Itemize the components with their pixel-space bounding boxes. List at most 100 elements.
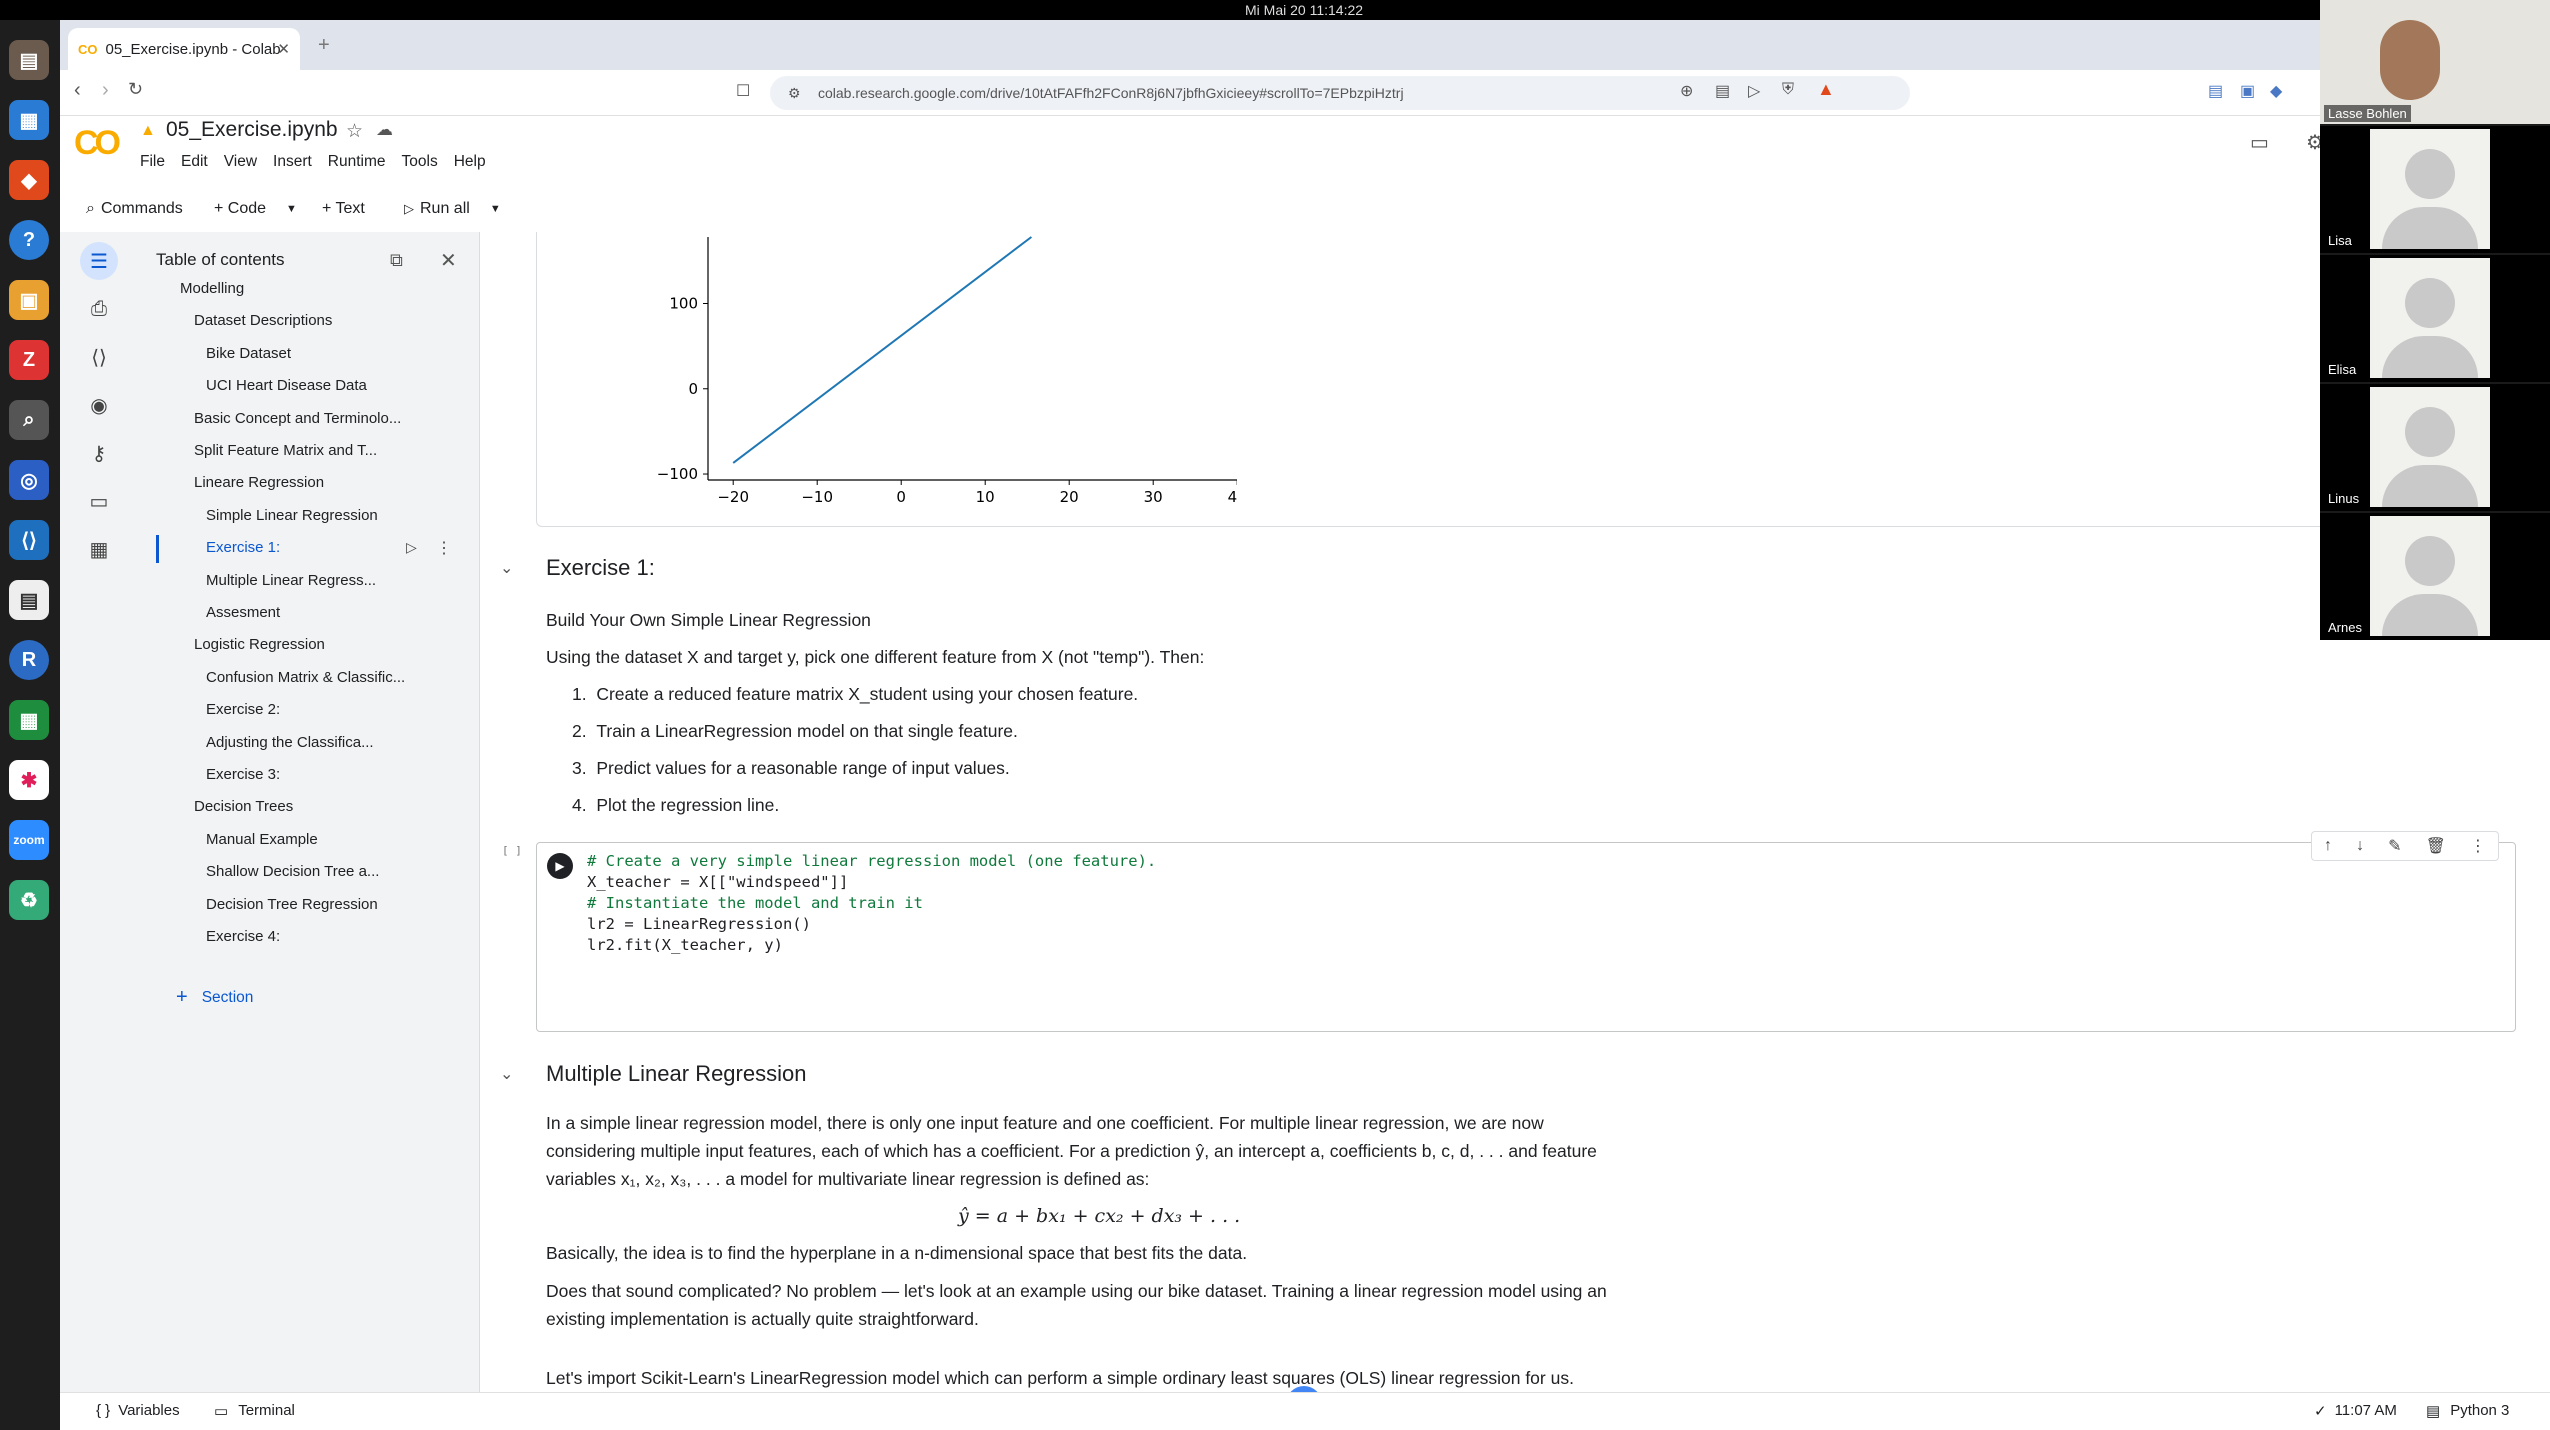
participant-tile[interactable]: Arnes (2320, 513, 2550, 640)
writer-app-icon[interactable]: ▦ (9, 100, 49, 140)
folder-icon[interactable]: ▭ (80, 482, 118, 520)
toc-item[interactable]: UCI Heart Disease Data (206, 377, 367, 394)
add-section-button[interactable]: + Section (176, 986, 253, 1009)
toc-item[interactable]: Modelling (180, 280, 244, 297)
toc-item[interactable]: Multiple Linear Regress... (206, 572, 376, 589)
browser-tab[interactable]: CO 05_Exercise.ipynb - Colab ✕ (68, 28, 300, 70)
collapse-section-icon[interactable]: ⌄ (500, 558, 513, 578)
menu-runtime[interactable]: Runtime (328, 153, 386, 171)
toc-item[interactable]: Lineare Regression (194, 474, 324, 491)
toc-item[interactable]: Decision Trees (194, 798, 293, 815)
move-down-icon[interactable]: ↓ (2356, 837, 2364, 855)
close-tab-icon[interactable]: ✕ (277, 40, 290, 58)
brave-shield-icon[interactable]: ⛨ (1782, 81, 1794, 99)
run-cell-button[interactable]: ▶ (547, 853, 573, 879)
commands-button[interactable]: ⌕ Commands (86, 194, 183, 224)
notebook-title[interactable]: 05_Exercise.ipynb (166, 118, 338, 142)
find-replace-icon[interactable]: ⎙ (80, 290, 118, 328)
extension-icon[interactable]: ▤ (2208, 81, 2223, 101)
toc-item[interactable]: Simple Linear Regression (206, 507, 378, 524)
toc-item[interactable]: Confusion Matrix & Classific... (206, 669, 405, 686)
execution-status[interactable]: ✓ 11:07 AM (2314, 1402, 2397, 1420)
vscode-app-icon[interactable]: ⟨⟩ (9, 520, 49, 560)
toc-item[interactable]: Exercise 3: (206, 766, 280, 783)
run-section-icon[interactable]: ▷ (406, 539, 417, 556)
brave-rewards-icon[interactable]: ▲ (1817, 79, 1835, 100)
url-field[interactable]: ⚙ colab.research.google.com/drive/10tAtF… (770, 76, 1910, 110)
edit-icon[interactable]: ✎ (2388, 836, 2401, 856)
toc-item[interactable]: Split Feature Matrix and T... (194, 442, 377, 459)
runtime-status[interactable]: ▤ Python 3 (2426, 1402, 2509, 1420)
toc-icon[interactable]: ☰ (80, 242, 118, 280)
zotero-app-icon[interactable]: Z (9, 340, 49, 380)
chevron-down-icon[interactable]: ▼ (286, 203, 297, 215)
table-icon[interactable]: ▦ (80, 530, 118, 568)
delete-icon[interactable]: 🗑 (2426, 836, 2446, 856)
toc-item[interactable]: Exercise 4: (206, 928, 280, 945)
toc-item[interactable]: Bike Dataset (206, 345, 291, 362)
toc-item[interactable]: Decision Tree Regression (206, 896, 378, 913)
close-icon[interactable]: ✕ (440, 248, 457, 273)
spreadsheet-app-icon[interactable]: ▦ (9, 700, 49, 740)
help-app-icon[interactable]: ? (9, 220, 49, 260)
zoom-icon[interactable]: ⊕ (1680, 81, 1693, 101)
brave-browser-icon[interactable]: ◆ (9, 160, 49, 200)
move-up-icon[interactable]: ↑ (2324, 837, 2332, 855)
search-app-icon[interactable]: ⌕ (9, 400, 49, 440)
vpn-icon[interactable]: ◆ (2270, 81, 2282, 101)
toc-item[interactable]: Logistic Regression (194, 636, 325, 653)
chevron-down-icon[interactable]: ▼ (490, 203, 501, 215)
toc-item[interactable]: Manual Example (206, 831, 318, 848)
collapse-section-icon[interactable]: ⌄ (500, 1064, 513, 1084)
zoom-app-icon[interactable]: zoom (9, 820, 49, 860)
star-icon[interactable]: ☆ (346, 120, 363, 143)
slack-app-icon[interactable]: ✱ (9, 760, 49, 800)
document-viewer-icon[interactable]: ▤ (9, 580, 49, 620)
menu-edit[interactable]: Edit (181, 153, 208, 171)
open-in-tab-icon[interactable]: ⧉ (390, 250, 403, 271)
menu-help[interactable]: Help (454, 153, 486, 171)
participant-tile[interactable]: Linus (2320, 384, 2550, 511)
secrets-icon[interactable]: ◉ (80, 386, 118, 424)
toc-item[interactable]: Shallow Decision Tree a... (206, 863, 379, 880)
menu-file[interactable]: File (140, 153, 165, 171)
run-all-button[interactable]: ▷ Run all ▼ (404, 194, 501, 224)
back-icon[interactable]: ‹ (74, 79, 81, 102)
key-icon[interactable]: ⚷ (80, 434, 118, 472)
add-text-button[interactable]: + Text (322, 194, 365, 224)
bookmark-icon[interactable]: ☐ (736, 81, 750, 101)
menu-tools[interactable]: Tools (402, 153, 438, 171)
participant-tile[interactable]: Elisa (2320, 255, 2550, 382)
comments-icon[interactable]: ▭ (2250, 130, 2269, 155)
toc-item[interactable]: Exercise 1: (206, 539, 280, 556)
more-options-icon[interactable]: ⋮ (2470, 836, 2486, 856)
site-info-icon[interactable]: ⚙ (788, 85, 801, 102)
cloud-save-icon[interactable]: ☁ (376, 120, 393, 140)
trash-icon[interactable]: ♻ (9, 880, 49, 920)
toc-item[interactable]: Basic Concept and Terminolo... (194, 410, 401, 427)
menu-insert[interactable]: Insert (273, 153, 312, 171)
code-editor[interactable]: # Create a very simple linear regression… (587, 851, 1156, 956)
more-options-icon[interactable]: ⋮ (436, 538, 452, 558)
archive-app-icon[interactable]: ▣ (9, 280, 49, 320)
toc-item[interactable]: Exercise 2: (206, 701, 280, 718)
wallet-icon[interactable]: ▣ (2240, 81, 2255, 101)
reader-icon[interactable]: ▤ (1715, 81, 1730, 101)
files-app-icon[interactable]: ▤ (9, 40, 49, 80)
webex-app-icon[interactable]: ◎ (9, 460, 49, 500)
menu-view[interactable]: View (224, 153, 257, 171)
variables-button[interactable]: { } Variables (96, 1402, 180, 1419)
reload-icon[interactable]: ↻ (128, 79, 143, 100)
add-code-button[interactable]: + Code ▼ (214, 194, 297, 224)
code-snippets-icon[interactable]: ⟨⟩ (80, 338, 118, 376)
code-cell[interactable]: ▶ # Create a very simple linear regressi… (536, 831, 2516, 1032)
new-tab-icon[interactable]: + (318, 34, 330, 57)
toc-item[interactable]: Assesment (206, 604, 280, 621)
toc-item[interactable]: Dataset Descriptions (194, 312, 332, 329)
r-app-icon[interactable]: R (9, 640, 49, 680)
forward-icon[interactable]: › (102, 79, 109, 102)
toc-item[interactable]: Adjusting the Classifica... (206, 734, 374, 751)
share-icon[interactable]: ▷ (1748, 81, 1760, 101)
participant-tile[interactable]: Lisa (2320, 126, 2550, 253)
terminal-button[interactable]: ▭ Terminal (214, 1402, 295, 1420)
